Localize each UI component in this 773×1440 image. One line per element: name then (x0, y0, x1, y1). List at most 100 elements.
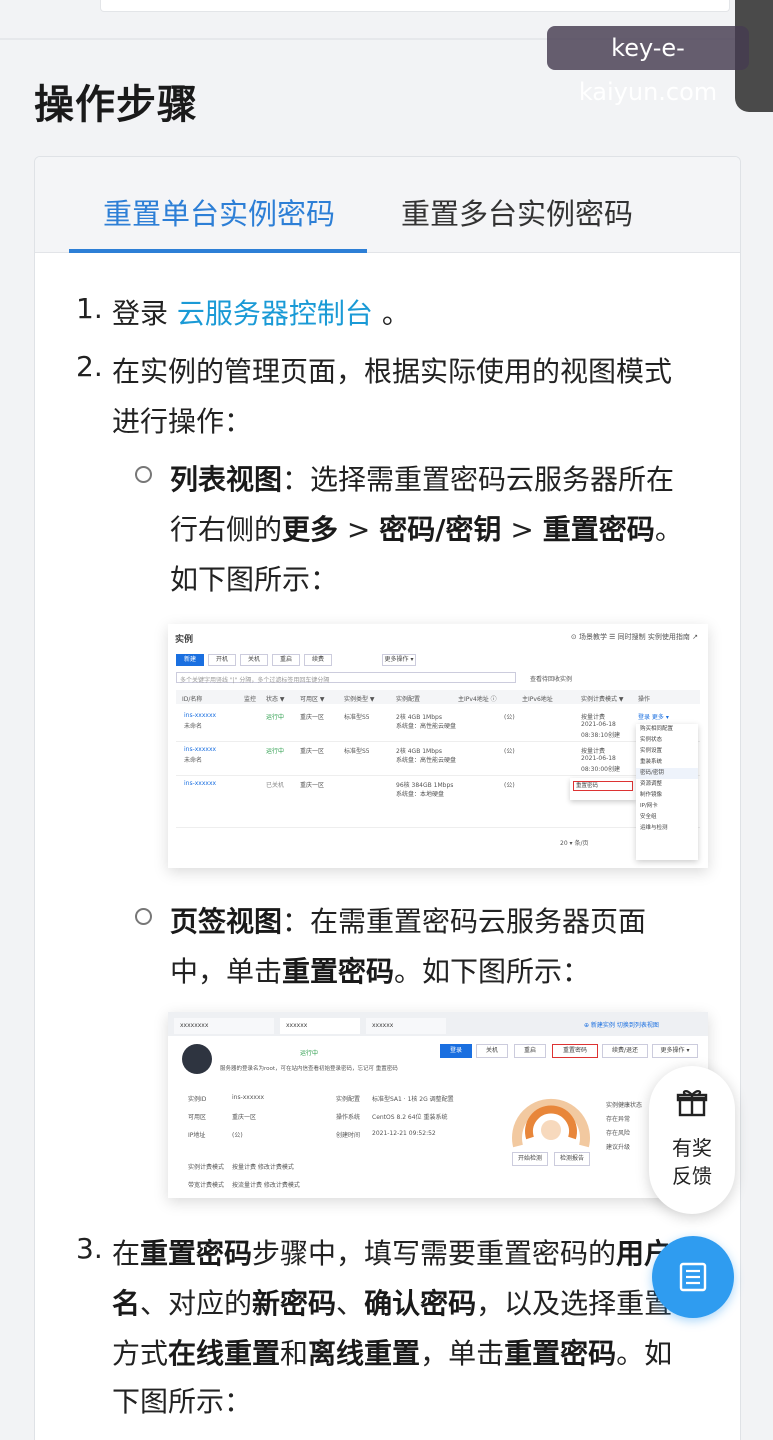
s1-restart-button: 重启 (272, 654, 300, 666)
s2-label: 可用区 (188, 1114, 207, 1121)
text: ，单击 (420, 1337, 505, 1370)
s1-pager: 20 ▾ 条/页 (560, 840, 589, 847)
step-2-line1: 在实例的管理页面，根据实际使用的视图模式 (112, 355, 673, 388)
text: 和 (280, 1337, 309, 1370)
step-3-line4: 下图所示： (112, 1385, 253, 1418)
table-of-contents-button[interactable] (652, 1236, 734, 1318)
s1-cell: 标准型S5 (344, 714, 370, 721)
s1-col: 实例配置 (396, 696, 421, 703)
s1-new-button: 新建 (176, 654, 204, 666)
s1-cell: ins-xxxxxx (184, 746, 217, 753)
s1-menu-item: 密码/密钥 (636, 768, 698, 779)
top-card (100, 0, 730, 12)
s2-value: 按流量计费 修改计费模式 (232, 1182, 300, 1189)
s1-search: 多个关键字用竖线 "|" 分隔，多个过滤标签用回车键分隔 (176, 672, 516, 684)
page-title: 操作步骤 (34, 82, 198, 128)
s1-renew-button: 续费 (304, 654, 332, 666)
s1-cell: 登录 更多 ▾ (638, 714, 669, 721)
list-view-screenshot: 实例 ⊙ 场景教学 ☰ 同时搜制 实例使用指南 ↗ 新建 开机 关机 重启 续费… (168, 624, 708, 868)
tab-view-post: 。如下图所示： (394, 955, 591, 988)
s1-cell: 重庆一区 (300, 782, 325, 789)
step-number: 3. (76, 1232, 103, 1265)
s1-cell: 未命名 (184, 757, 203, 764)
online-reset-label: 在线重置 (168, 1337, 281, 1370)
s2-tab: xxxxxx (280, 1018, 360, 1034)
text: 步骤中，填写需要重置密码的 (252, 1237, 617, 1270)
s2-status: 运行中 (300, 1050, 319, 1057)
table-row: ins-xxxxxx 未命名 运行中 重庆一区 标准型S5 2核 4GB 1Mb… (176, 742, 700, 776)
s1-menu-item: 实例状态 (640, 737, 663, 743)
s1-menu-item: 安全组 (640, 814, 657, 820)
s1-cell: ins-xxxxxx (184, 712, 217, 719)
s1-title: 实例 (175, 635, 194, 645)
period: 。 (654, 513, 683, 546)
console-link[interactable]: 云服务器控制台 (177, 297, 373, 330)
s1-menu-item: 重装系统 (640, 759, 663, 765)
s2-label: 实例ID (188, 1096, 207, 1103)
list-view-title: 列表视图 (170, 463, 283, 496)
s2-reset-password-button: 重置密码 (552, 1044, 598, 1058)
list-icon (679, 1262, 707, 1292)
s1-cell: 按量计费 (581, 714, 606, 721)
tab-reset-multiple[interactable]: 重置多台实例密码 (401, 191, 633, 233)
s2-gauge-report: 检测报告 (554, 1152, 590, 1166)
s1-cell: 未命名 (184, 723, 203, 730)
s2-more-button: 更多操作 ▾ (652, 1044, 698, 1058)
s2-label: 操作系统 (336, 1114, 361, 1121)
s1-top-links: ⊙ 场景教学 ☰ 同时搜制 实例使用指南 ↗ (570, 633, 698, 641)
s2-tab: xxxxxx (366, 1018, 446, 1034)
s1-cell: 2021-06-18 (581, 755, 616, 762)
tab-view-line1: 页签视图：在需重置密码云服务器页面 (170, 900, 646, 940)
s2-tab: xxxxxxxx (174, 1018, 274, 1034)
s1-menu-item: 实例设置 (640, 748, 663, 754)
s1-cell: ins-xxxxxx (184, 780, 217, 787)
s2-tab-strip: xxxxxxxx xxxxxx xxxxxx ⊕ 新建实例 切换到列表视图 (168, 1012, 708, 1036)
s2-gauge-start: 开始检测 (512, 1152, 548, 1166)
s1-cell: (公) (504, 714, 515, 721)
s1-search-placeholder: 多个关键字用竖线 "|" 分隔，多个过滤标签用回车键分隔 (180, 677, 330, 684)
tab-reset-single[interactable]: 重置单台实例密码 (103, 191, 335, 233)
step-number: 1. (76, 292, 103, 325)
s2-notice: 服务器的登录名为root，可在站内信查看初始登录密码，忘记可 重置密码 (220, 1066, 398, 1072)
s2-label: 实例配置 (336, 1096, 361, 1103)
s1-cell: 96核 384GB 1Mbps (396, 782, 454, 789)
step-2-line2: 进行操作： (112, 405, 253, 438)
s2-health-item: 建议升级 (606, 1144, 631, 1151)
tab-view-rest: ：在需重置密码云服务器页面 (282, 905, 647, 938)
tab-view-pre: 中，单击 (170, 955, 283, 988)
s1-col: 监控 (244, 696, 257, 703)
s1-recycle: 查看待回收实例 (530, 676, 573, 683)
reset-label: 重置密码 (504, 1337, 617, 1370)
reward-feedback-button[interactable]: 有奖 反馈 (649, 1066, 735, 1214)
text: 、 (336, 1287, 365, 1320)
confirm-password-label: 确认密码 (364, 1287, 477, 1320)
step-3-line2: 名、对应的新密码、确认密码，以及选择重置 (112, 1282, 672, 1322)
step-1-post: 。 (372, 297, 410, 330)
s2-value: 按量计费 修改计费模式 (232, 1164, 294, 1171)
bullet-icon (135, 908, 152, 925)
s1-cell: 系统盘：高性能云硬盘 (396, 723, 457, 730)
s1-menu-item: 制作镜像 (640, 792, 663, 798)
gt-sep: > (501, 513, 543, 546)
s2-top-right: ⊕ 新建实例 切换到列表视图 (584, 1022, 659, 1029)
reset-label: 重置密码 (542, 513, 655, 546)
text: 、对应的 (140, 1287, 253, 1320)
reset-label: 重置密码 (140, 1237, 253, 1270)
username-label: 名 (112, 1287, 141, 1320)
s1-col: 主IPv4地址 ⓘ (458, 696, 497, 703)
pwd-key-label: 密码/密钥 (379, 513, 502, 546)
gt-sep: > (338, 513, 380, 546)
s1-cell: 运行中 (266, 748, 285, 755)
active-tab-indicator (69, 249, 367, 253)
s1-col: 操作 (638, 696, 651, 703)
s2-renew-button: 续费/退还 (602, 1044, 648, 1058)
s2-value: ins-xxxxxx (232, 1094, 265, 1101)
new-password-label: 新密码 (252, 1287, 337, 1320)
s1-col: 可用区 ▼ (300, 696, 325, 703)
s1-cell: 重庆一区 (300, 748, 325, 755)
instance-icon (182, 1044, 212, 1074)
s1-cell: 2核 4GB 1Mbps (396, 714, 442, 721)
s1-cell: 2核 4GB 1Mbps (396, 748, 442, 755)
more-label: 更多 (282, 513, 339, 546)
s1-cell: 系统盘：本地硬盘 (396, 791, 445, 798)
